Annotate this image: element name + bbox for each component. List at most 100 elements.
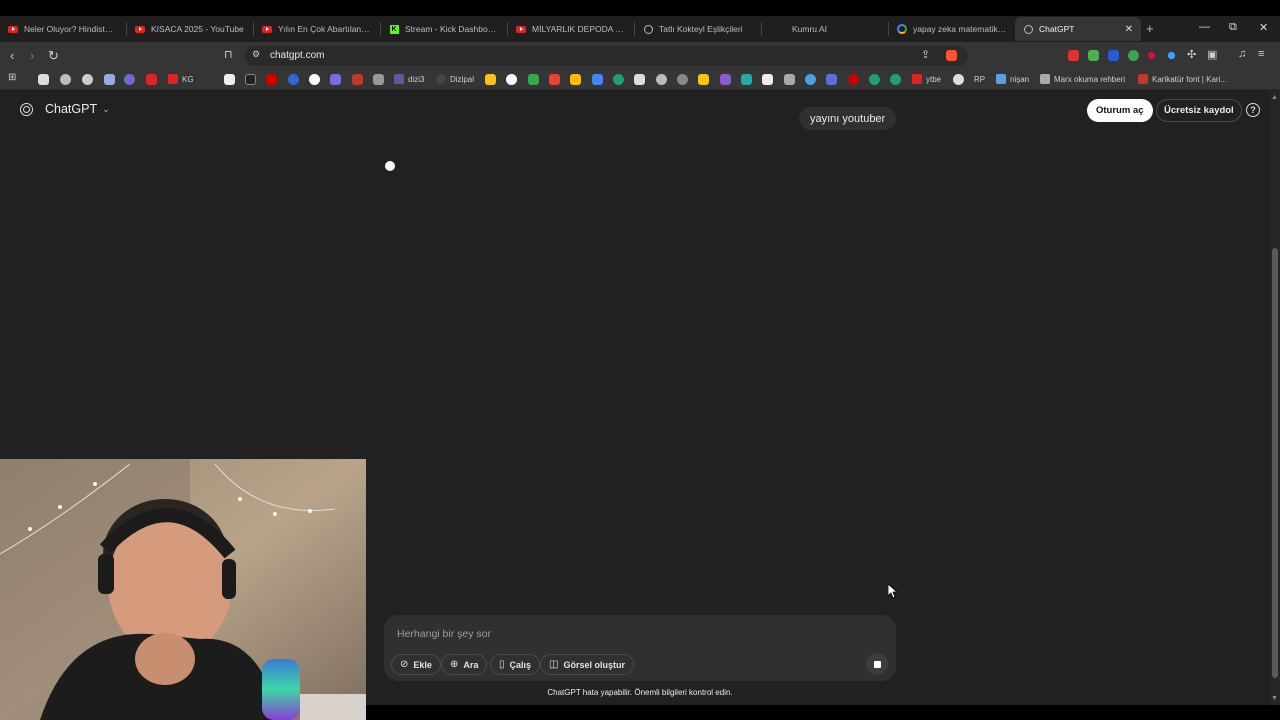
bookmark-favicon[interactable]: [720, 74, 731, 85]
create-image-button[interactable]: ◫ Görsel oluştur: [540, 654, 634, 675]
site-info-icon[interactable]: ⚙: [252, 49, 260, 60]
apps-grid-icon[interactable]: ⊞: [8, 72, 16, 83]
bookmark-favicon[interactable]: [82, 74, 93, 85]
bookmark-ytbe[interactable]: ytbe: [912, 73, 941, 85]
address-bar[interactable]: [244, 46, 968, 66]
tab-active[interactable]: ChatGPT ✕: [1015, 17, 1141, 41]
close-window-icon[interactable]: ✕: [1259, 21, 1268, 34]
gmail-icon[interactable]: [549, 74, 560, 85]
scrollbar-thumb[interactable]: [1272, 248, 1278, 678]
attach-button[interactable]: ⊘ Ekle: [391, 654, 441, 675]
openai-icon: [1023, 24, 1033, 34]
tab-label: KISACA 2025 - YouTube: [151, 24, 244, 34]
url-text[interactable]: chatgpt.com: [270, 50, 324, 61]
drive-icon[interactable]: [570, 74, 581, 85]
chevron-down-icon: ⌄: [102, 103, 110, 114]
bookmark-favicon[interactable]: [330, 74, 341, 85]
bookmark-favicon[interactable]: [60, 74, 71, 85]
tab-7[interactable]: Kumru AI: [762, 17, 888, 41]
help-icon[interactable]: ?: [1246, 103, 1260, 117]
forward-icon[interactable]: ›: [30, 48, 34, 63]
bookmark-kg[interactable]: KG: [168, 73, 194, 85]
bookmark-favicon[interactable]: [104, 74, 115, 85]
amazon-icon[interactable]: [224, 74, 235, 85]
bookmark-dizi3[interactable]: dizi3: [394, 73, 424, 85]
back-icon[interactable]: ‹: [10, 48, 14, 63]
tab-label: ChatGPT: [1039, 24, 1075, 34]
bookmark-favicon[interactable]: [784, 74, 795, 85]
media-icon[interactable]: ♫: [1238, 48, 1246, 60]
maps-icon[interactable]: [528, 74, 539, 85]
extension-icon[interactable]: [1088, 50, 1099, 61]
bookmark-favicon[interactable]: [869, 74, 880, 85]
window-top-strip: [0, 0, 1280, 16]
close-tab-icon[interactable]: ✕: [1125, 24, 1133, 35]
restore-icon[interactable]: ⧉: [1229, 21, 1237, 34]
scroll-down-icon[interactable]: ▼: [1271, 695, 1278, 702]
bookmark-karikatur[interactable]: Karikatür font | Kari...: [1138, 73, 1227, 85]
bookmark-icon[interactable]: ⊓: [224, 48, 233, 61]
scroll-up-icon[interactable]: ▲: [1271, 94, 1278, 101]
extension-icon[interactable]: [1068, 50, 1079, 61]
bookmark-dizipal[interactable]: Dizipal: [436, 73, 474, 85]
google-icon[interactable]: [506, 74, 517, 85]
openai-logo-icon: [20, 102, 33, 116]
bookmark-favicon[interactable]: [38, 74, 49, 85]
bookmark-nisan[interactable]: nişan: [996, 73, 1029, 85]
tab-8[interactable]: yapay zeka matematik sor: [889, 17, 1015, 41]
bookmark-favicon[interactable]: [741, 74, 752, 85]
extension-icon[interactable]: [1168, 52, 1175, 59]
signup-button[interactable]: Ücretsiz kaydol: [1156, 99, 1242, 122]
tab-2[interactable]: KISACA 2025 - YouTube: [127, 17, 253, 41]
tab-6[interactable]: Tatlı Kokteyl Eşlikçileri: [635, 17, 761, 41]
menu-icon[interactable]: ≡: [1258, 48, 1264, 60]
extension-icon[interactable]: [1128, 50, 1139, 61]
bookmark-favicon[interactable]: [266, 74, 277, 85]
bookmark-favicon[interactable]: [656, 74, 667, 85]
tab-3[interactable]: Yılın En Çok Abartılan Film: [254, 17, 380, 41]
bookmark-favicon[interactable]: [762, 74, 773, 85]
new-tab-icon[interactable]: +: [1146, 21, 1154, 36]
bookmark-favicon[interactable]: [485, 74, 496, 85]
youtube-icon: [8, 24, 18, 34]
share-icon[interactable]: ⇪: [921, 48, 930, 61]
youtube-icon: [135, 24, 145, 34]
bookmark-favicon[interactable]: [613, 74, 624, 85]
stop-button[interactable]: [866, 653, 888, 675]
bookmark-favicon[interactable]: [677, 74, 688, 85]
tab-4[interactable]: K Stream - Kick Dashboard: [381, 17, 507, 41]
bookmark-favicon[interactable]: [826, 74, 837, 85]
extension-icon[interactable]: [1108, 50, 1119, 61]
prompt-input[interactable]: [397, 627, 867, 641]
x-icon[interactable]: [245, 74, 256, 85]
bookmark-favicon[interactable]: [848, 74, 859, 85]
bookmark-favicon[interactable]: [373, 74, 384, 85]
bookmark-marx[interactable]: Marx okuma rehberi: [1040, 73, 1125, 85]
bookmark-favicon[interactable]: [953, 74, 964, 85]
reload-icon[interactable]: ↻: [48, 48, 59, 64]
extension-icon[interactable]: [1148, 52, 1155, 59]
bookmark-favicon[interactable]: [124, 74, 135, 85]
minimize-icon[interactable]: —: [1199, 21, 1210, 33]
tab-5[interactable]: MİLYARLIK DEPODA PC TO: [508, 17, 634, 41]
bookmark-favicon[interactable]: [805, 74, 816, 85]
bookmark-rp[interactable]: RP: [974, 73, 985, 85]
study-button[interactable]: ▯ Çalış: [490, 654, 541, 675]
bookmark-favicon[interactable]: [309, 74, 320, 85]
search-button[interactable]: ⊕ Ara: [441, 654, 488, 675]
login-button[interactable]: Oturum aç: [1087, 99, 1153, 122]
bookmark-favicon[interactable]: [634, 74, 645, 85]
brave-shield-icon[interactable]: [946, 50, 957, 61]
model-selector[interactable]: ChatGPT ⌄: [20, 102, 110, 116]
bookmark-favicon[interactable]: [146, 74, 157, 85]
extensions-puzzle-icon[interactable]: ✣: [1187, 48, 1196, 61]
mouse-cursor-icon: [888, 584, 898, 599]
wallet-icon[interactable]: ▣: [1207, 48, 1217, 61]
bookmark-favicon[interactable]: [890, 74, 901, 85]
bookmark-favicon[interactable]: [352, 74, 363, 85]
tab-1[interactable]: Neler Oluyor? Hindistan B: [0, 17, 126, 41]
translate-icon[interactable]: [592, 74, 603, 85]
tab-label: yapay zeka matematik sor: [913, 24, 1007, 34]
bookmark-favicon[interactable]: [698, 74, 709, 85]
bookmark-favicon[interactable]: [288, 74, 299, 85]
